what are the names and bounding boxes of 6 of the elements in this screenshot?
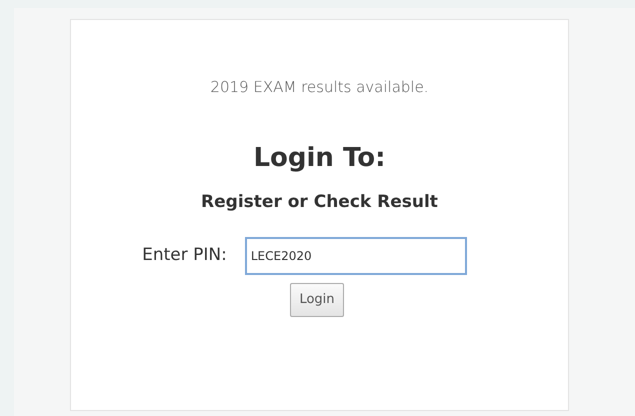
login-heading: Login To: [253, 142, 386, 174]
login-button[interactable]: Login [290, 283, 344, 317]
login-subheading: Register or Check Result [201, 190, 438, 214]
pin-label: Enter PIN: [142, 244, 227, 268]
pin-input[interactable]: LECE2020 [244, 237, 467, 275]
notice-text: 2019 EXAM results available. [210, 77, 429, 98]
